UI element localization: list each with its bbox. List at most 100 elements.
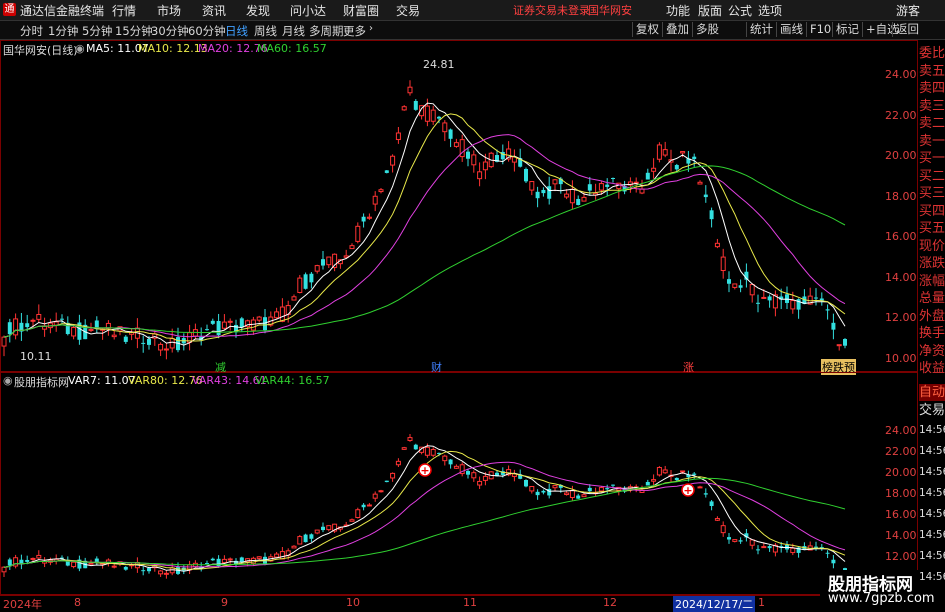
candle-body[interactable] — [361, 504, 366, 508]
login-notice[interactable]: 证券交易未登录 — [513, 2, 590, 18]
candle-body[interactable] — [366, 216, 372, 219]
candle-body[interactable] — [471, 154, 477, 166]
candle-body[interactable] — [825, 552, 830, 554]
candle-body[interactable] — [30, 319, 36, 322]
candle-body[interactable] — [448, 129, 453, 139]
candle-body[interactable] — [384, 170, 389, 173]
candle-body[interactable] — [749, 539, 755, 546]
candle-body[interactable] — [814, 297, 818, 299]
candle-body[interactable] — [407, 437, 413, 441]
candle-body[interactable] — [442, 455, 448, 462]
candle-body[interactable] — [697, 486, 703, 489]
candle-body[interactable] — [529, 485, 535, 492]
candle-body[interactable] — [1, 336, 7, 347]
candle-body[interactable] — [7, 559, 12, 566]
period-more[interactable]: 更多 — [343, 23, 366, 39]
candle-body[interactable] — [437, 116, 441, 119]
menu-function[interactable]: 功能 — [666, 2, 690, 19]
candle-body[interactable] — [413, 444, 418, 450]
menu-formula[interactable]: 公式 — [728, 2, 752, 19]
candle-body[interactable] — [714, 242, 720, 248]
sidebar-item-7[interactable]: 买二 — [919, 168, 945, 185]
candle-body[interactable] — [291, 545, 297, 549]
candle-body[interactable] — [1, 566, 7, 573]
candle-body[interactable] — [477, 171, 483, 180]
candle-body[interactable] — [221, 558, 227, 564]
menu-ask[interactable]: 问小达 — [290, 2, 326, 19]
candle-body[interactable] — [674, 165, 679, 170]
candle-body[interactable] — [424, 105, 430, 122]
candle-body[interactable] — [564, 193, 570, 198]
candle-body[interactable] — [401, 447, 407, 450]
candle-body[interactable] — [303, 534, 308, 543]
candle-body[interactable] — [680, 151, 686, 154]
candle-body[interactable] — [471, 472, 477, 479]
sidebar-item-1[interactable]: 卖五 — [919, 63, 945, 80]
candle-body[interactable] — [147, 568, 151, 572]
candle-body[interactable] — [524, 479, 528, 487]
candle-body[interactable] — [321, 526, 325, 531]
sidebar-item-16[interactable]: 换手 — [919, 325, 945, 342]
candle-body[interactable] — [314, 529, 320, 534]
candle-body[interactable] — [703, 194, 708, 198]
candle-body[interactable] — [309, 534, 314, 539]
candle-body[interactable] — [25, 323, 30, 328]
candle-body[interactable] — [274, 553, 280, 558]
sidebar-item-11[interactable]: 现价 — [919, 238, 945, 255]
candle-body[interactable] — [639, 188, 645, 194]
candle-body[interactable] — [761, 546, 767, 549]
candle-body[interactable] — [843, 338, 847, 346]
candle-body[interactable] — [535, 191, 540, 199]
candle-body[interactable] — [790, 547, 796, 554]
menu-quotes[interactable]: 行情 — [112, 2, 136, 19]
sidebar-item-8[interactable]: 买三 — [919, 185, 945, 202]
candle-body[interactable] — [60, 318, 64, 320]
candle-body[interactable] — [541, 490, 546, 493]
candle-body[interactable] — [547, 186, 552, 199]
candle-body[interactable] — [384, 480, 389, 483]
multi-stock-button[interactable]: 多股 — [692, 22, 722, 37]
candle-body[interactable] — [727, 537, 731, 540]
candle-body[interactable] — [210, 320, 215, 324]
sidebar-item-0[interactable]: 委比 — [919, 45, 945, 62]
candle-body[interactable] — [732, 283, 738, 288]
overlay-button[interactable]: 叠加 — [662, 22, 692, 37]
candle-body[interactable] — [453, 142, 459, 147]
candle-body[interactable] — [761, 296, 767, 299]
period-60min[interactable]: 60分钟 — [188, 23, 226, 39]
period-daily[interactable]: 日线 — [225, 23, 248, 39]
candle-body[interactable] — [36, 554, 42, 559]
candle-body[interactable] — [709, 501, 714, 507]
period-30min[interactable]: 30分钟 — [151, 23, 189, 39]
sidebar-item-10[interactable]: 买五 — [919, 220, 945, 237]
period-15min[interactable]: 15分钟 — [115, 23, 153, 39]
period-1min[interactable]: 1分钟 — [48, 23, 78, 39]
user-label[interactable]: 游客 — [896, 2, 920, 19]
sidebar-item-4[interactable]: 卖二 — [919, 115, 945, 132]
adjust-button[interactable]: 复权 — [632, 22, 662, 37]
sidebar-item-14[interactable]: 总量 — [919, 290, 945, 307]
candle-body[interactable] — [372, 493, 378, 499]
candle-body[interactable] — [239, 557, 244, 563]
candle-body[interactable] — [355, 225, 361, 242]
candle-body[interactable] — [581, 494, 587, 498]
period-multi[interactable]: 多周期 — [309, 23, 344, 39]
candle-body[interactable] — [25, 559, 30, 562]
candle-body[interactable] — [732, 539, 738, 542]
candle-body[interactable] — [158, 570, 164, 575]
candle-body[interactable] — [720, 525, 726, 534]
candle-body[interactable] — [576, 495, 581, 499]
candle-body[interactable] — [605, 488, 610, 490]
candle-body[interactable] — [163, 572, 169, 575]
candle-body[interactable] — [141, 342, 146, 344]
indicator-chart[interactable]: ++ — [0, 372, 917, 594]
candle-body[interactable] — [361, 216, 366, 222]
candle-body[interactable] — [147, 338, 151, 345]
candle-body[interactable] — [790, 300, 796, 310]
sidebar-item-9[interactable]: 买四 — [919, 203, 945, 220]
candle-body[interactable] — [651, 479, 657, 482]
candle-body[interactable] — [656, 144, 662, 160]
menu-layout[interactable]: 版面 — [698, 2, 722, 19]
candle-body[interactable] — [163, 348, 169, 351]
candle-body[interactable] — [535, 491, 540, 496]
